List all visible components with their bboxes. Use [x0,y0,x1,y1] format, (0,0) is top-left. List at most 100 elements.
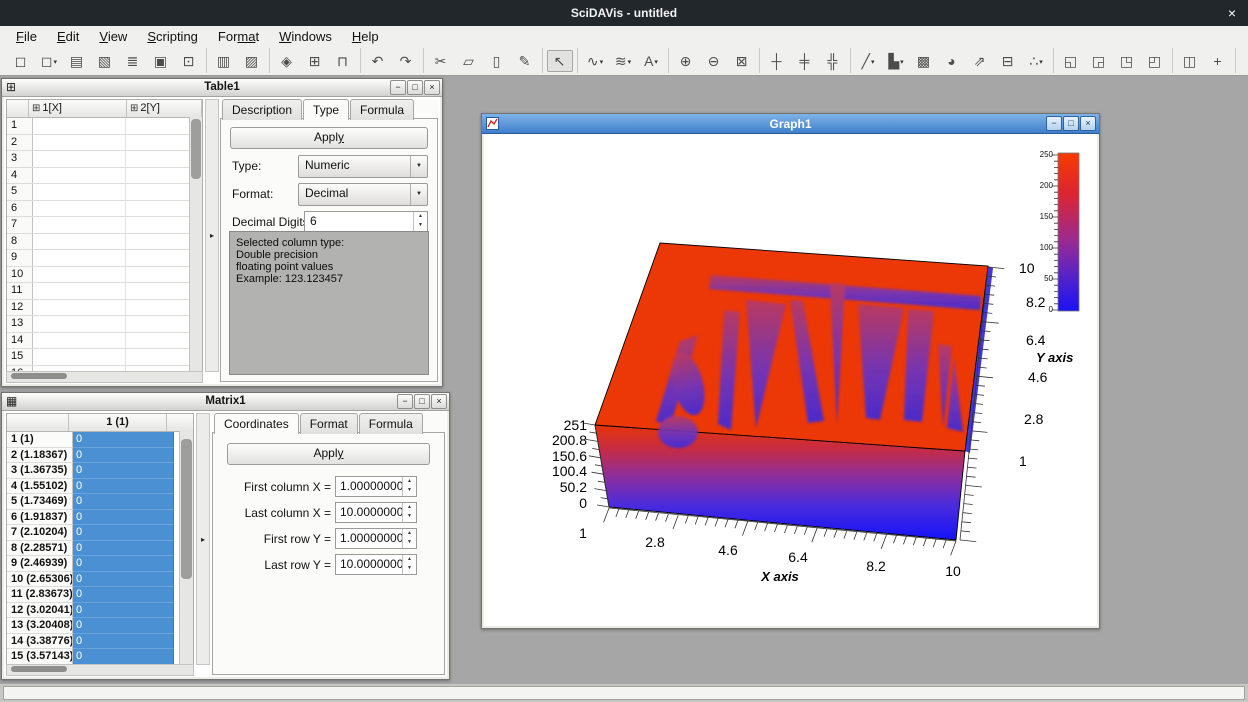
format-select[interactable]: Decimal▼ [298,183,428,206]
cell-x[interactable] [33,151,126,167]
scrollbar-thumb[interactable] [191,119,201,179]
spinner-arrows[interactable]: ▲▼ [402,503,416,522]
cut-icon[interactable]: ✂ [428,50,454,72]
cell-x[interactable] [33,300,126,316]
cell-x[interactable] [33,118,126,134]
scrollbar-thumb[interactable] [11,373,67,379]
table-row[interactable]: 11 [7,283,202,300]
matrix-row-header[interactable]: 10 (2.65306) [7,572,73,588]
open-template-icon[interactable]: ▧ [92,50,118,72]
app-titlebar[interactable]: SciDAVis - untitled × [0,0,1248,26]
row-number[interactable]: 1 [7,118,33,134]
spin-up-icon[interactable]: ▲ [414,212,427,221]
column-header[interactable]: ⊞2[Y] [127,100,202,117]
scrollbar-thumb[interactable] [181,439,192,579]
new-window-dropdown-icon[interactable]: ◻▾ [36,50,62,72]
line-plot-dropdown-icon[interactable]: ╱▾ [855,50,881,72]
surface-3d[interactable] [595,243,993,540]
matrix-cell-selected[interactable]: 0 [73,603,174,619]
matrix-row[interactable]: 3 (1.36735) 0 [7,463,193,479]
spin-down-icon[interactable]: ▼ [403,486,416,495]
layer-picker-dropdown-icon[interactable]: ≋▾ [610,50,636,72]
print-icon[interactable]: ▥ [211,50,237,72]
scatter-plot-dropdown-icon[interactable]: ∴▾ [1023,50,1049,72]
menu-scripting[interactable]: Scripting [137,26,208,48]
matrix-row-header[interactable]: 3 (1.36735) [7,463,73,479]
matrix-row[interactable]: 15 (3.57143) 0 [7,649,193,665]
matrix1-vertical-scrollbar[interactable] [179,431,193,664]
row-number[interactable]: 11 [7,283,33,299]
row-number[interactable]: 4 [7,168,33,184]
tab-description[interactable]: Description [222,99,302,120]
cell-x[interactable] [33,234,126,250]
matrix-cell-selected[interactable]: 0 [73,587,174,603]
graph1-window[interactable]: Graph1 −□× [481,113,1100,629]
table-row[interactable]: 3 [7,151,202,168]
matrix1-titlebar[interactable]: ▦ Matrix1 −□× [2,393,449,411]
matrix-row[interactable]: 14 (3.38776) 0 [7,634,193,650]
tab-formula[interactable]: Formula [359,413,423,434]
matrix-cell-selected[interactable]: 0 [73,541,174,557]
open-project-icon[interactable]: ▤ [64,50,90,72]
matrix-row-header[interactable]: 5 (1.73469) [7,494,73,510]
type-select[interactable]: Numeric▼ [298,155,428,178]
table1-maximize-button[interactable]: □ [407,80,423,95]
spin-down-icon[interactable]: ▼ [403,512,416,521]
save-template-icon[interactable]: ⊡ [176,50,202,72]
app-close-icon[interactable]: × [1228,5,1236,21]
table1-minimize-button[interactable]: − [390,80,406,95]
column-plot-dropdown-icon[interactable]: ▙▾ [883,50,909,72]
graph1-canvas[interactable]: 250 200 150 100 50 0 [484,134,1097,626]
bars-3d-icon[interactable]: ◲ [1086,50,1112,72]
cell-x[interactable] [33,217,126,233]
menu-edit[interactable]: Edit [47,26,89,48]
spinner-arrows[interactable]: ▲▼ [413,212,427,231]
graph1-titlebar[interactable]: Graph1 −□× [482,114,1099,134]
spin-up-icon[interactable]: ▲ [403,529,416,538]
export-pdf-icon[interactable]: ▨ [239,50,265,72]
matrix-cell-selected[interactable]: 0 [73,649,174,665]
surface-plot-canvas[interactable]: 250 200 150 100 50 0 [484,134,1097,626]
cell-x[interactable] [33,316,126,332]
table1-close-button[interactable]: × [424,80,440,95]
edit-icon[interactable]: ✎ [512,50,538,72]
vector-plot-icon[interactable]: ⇗ [967,50,993,72]
column-header[interactable]: ⊞1[X] [29,100,127,117]
matrix-cell-selected[interactable]: 0 [73,463,174,479]
graph1-maximize-button[interactable]: □ [1063,116,1079,131]
text-tool-dropdown-icon[interactable]: A▾ [638,50,664,72]
table-row[interactable]: 15 [7,349,202,366]
cell-x[interactable] [33,283,126,299]
matrix-row[interactable]: 10 (2.65306) 0 [7,572,193,588]
select-range-icon[interactable]: ╪ [792,50,818,72]
table1-grid[interactable]: ⊞1[X]⊞2[Y] 1 2 3 [6,99,203,372]
table-row[interactable]: 6 [7,201,202,218]
matrix-cell-selected[interactable]: 0 [73,479,174,495]
spin-up-icon[interactable]: ▲ [403,477,416,486]
zoom-in-icon[interactable]: ⊕ [673,50,699,72]
menu-format[interactable]: Format [208,26,269,48]
matrix-row[interactable]: 7 (2.10204) 0 [7,525,193,541]
new-project-icon[interactable]: ◻ [8,50,34,72]
import-ascii-icon[interactable]: ≣ [120,50,146,72]
matrix-row-header[interactable]: 13 (3.20408) [7,618,73,634]
cell-x[interactable] [33,168,126,184]
table1-window[interactable]: ⊞ Table1 −□× ⊞1[X]⊞2[Y] 1 [1,78,443,387]
table-row[interactable]: 13 [7,316,202,333]
table-row[interactable]: 7 [7,217,202,234]
spinner-arrows[interactable]: ▲▼ [402,529,416,548]
matrix-row[interactable]: 9 (2.46939) 0 [7,556,193,572]
matrix-row-header[interactable]: 14 (3.38776) [7,634,73,650]
curve-picker-dropdown-icon[interactable]: ∿▾ [582,50,608,72]
rescale-icon[interactable]: ⊠ [729,50,755,72]
data-reader-icon[interactable]: ┼ [764,50,790,72]
redo-icon[interactable]: ↷ [393,50,419,72]
table1-titlebar[interactable]: ⊞ Table1 −□× [2,79,442,97]
table-row[interactable]: 1 [7,118,202,135]
row-number[interactable]: 13 [7,316,33,332]
matrix-cell-selected[interactable]: 0 [73,494,174,510]
tab-type[interactable]: Type [303,99,349,120]
cell-x[interactable] [33,250,126,266]
matrix1-minimize-button[interactable]: − [397,394,413,409]
matrix-cell-selected[interactable]: 0 [73,525,174,541]
